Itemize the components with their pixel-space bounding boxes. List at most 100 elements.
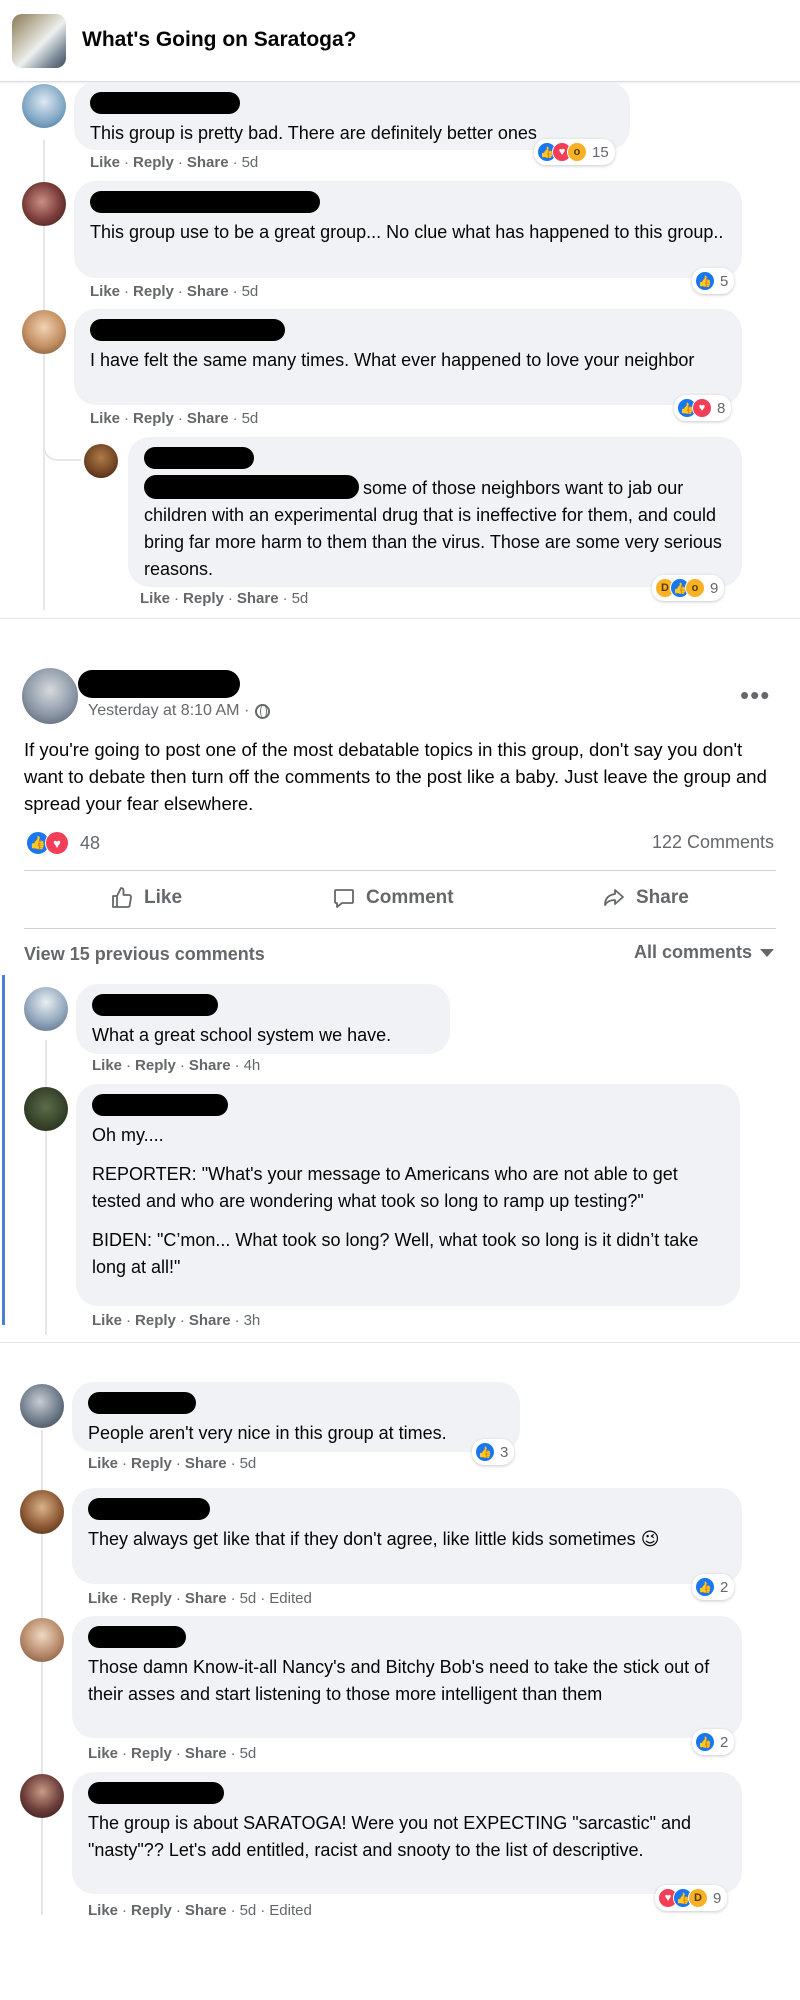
group-title[interactable]: What's Going on Saratoga? [82, 28, 357, 52]
reply-link[interactable]: Reply [131, 1455, 172, 1472]
reply-link[interactable]: Reply [131, 1590, 172, 1607]
comment-button[interactable]: Comment [332, 886, 454, 910]
comment-time[interactable]: 5d [242, 154, 259, 171]
reply-link[interactable]: Reply [183, 590, 224, 607]
reaction-summary[interactable]: 👍 3 [472, 1439, 515, 1465]
comment-bubble: People aren't very nice in this group at… [72, 1382, 520, 1452]
comment-time[interactable]: 5d [240, 1590, 257, 1607]
reaction-summary[interactable]: 👍 ♥ o 15 [534, 139, 615, 165]
share-link[interactable]: Share [185, 1902, 227, 1919]
wow-icon: o [685, 578, 705, 598]
avatar[interactable] [20, 1618, 64, 1662]
reply-link[interactable]: Reply [131, 1745, 172, 1762]
avatar[interactable] [24, 987, 68, 1031]
reply-link[interactable]: Reply [131, 1902, 172, 1919]
share-link[interactable]: Share [189, 1312, 231, 1329]
redacted-author-name[interactable] [90, 319, 285, 341]
like-link[interactable]: Like [140, 590, 170, 607]
reaction-summary[interactable]: 👍 5 [692, 268, 735, 294]
share-link[interactable]: Share [185, 1455, 227, 1472]
comment-time[interactable]: 5d [240, 1455, 257, 1472]
avatar[interactable] [22, 182, 66, 226]
comment-actions: Like · Reply · Share · 5d [90, 410, 259, 427]
comment-time[interactable]: 5d [242, 410, 259, 427]
comment-time[interactable]: 5d [242, 283, 259, 300]
reaction-count: 5 [720, 272, 729, 290]
comment-time[interactable]: 5d [240, 1745, 257, 1762]
share-link[interactable]: Share [185, 1590, 227, 1607]
view-previous-comments-link[interactable]: View 15 previous comments [24, 944, 265, 965]
reaction-summary[interactable]: ♥ 👍 D 9 [655, 1885, 728, 1911]
like-link[interactable]: Like [90, 154, 120, 171]
edited-label[interactable]: Edited [269, 1590, 312, 1607]
avatar[interactable] [22, 310, 66, 354]
share-link[interactable]: Share [187, 283, 229, 300]
reaction-summary[interactable]: D 👍 o 9 [652, 575, 725, 601]
redacted-author-name[interactable] [90, 191, 320, 213]
comment-actions: Like · Reply · Share · 5d · Edited [88, 1902, 312, 1919]
like-link[interactable]: Like [90, 410, 120, 427]
more-options-icon[interactable]: ••• [740, 680, 770, 711]
share-link[interactable]: Share [187, 410, 229, 427]
share-link[interactable]: Share [187, 154, 229, 171]
share-button[interactable]: Share [602, 886, 689, 910]
like-link[interactable]: Like [88, 1590, 118, 1607]
comment-bubble: Those damn Know-it-all Nancy's and Bitch… [72, 1616, 742, 1738]
avatar[interactable] [84, 444, 118, 478]
redacted-author-name[interactable] [88, 1498, 210, 1520]
avatar[interactable] [22, 84, 66, 128]
like-link[interactable]: Like [92, 1057, 122, 1074]
like-button[interactable]: Like [110, 886, 182, 910]
comment-bubble: What a great school system we have. [76, 984, 450, 1054]
redacted-mention[interactable] [144, 475, 359, 499]
reaction-count: 2 [720, 1733, 729, 1751]
share-link[interactable]: Share [185, 1745, 227, 1762]
post-comments-count[interactable]: 122 Comments [652, 832, 774, 853]
post-author-avatar[interactable] [22, 668, 78, 724]
share-link[interactable]: Share [237, 590, 279, 607]
post-reaction-summary[interactable]: 👍 ♥ 48 [26, 831, 100, 855]
avatar[interactable] [20, 1490, 64, 1534]
like-link[interactable]: Like [88, 1745, 118, 1762]
avatar[interactable] [24, 1087, 68, 1131]
comment-time[interactable]: 5d [292, 590, 309, 607]
section-divider [0, 1342, 800, 1374]
reaction-count: 15 [592, 143, 609, 161]
comment-time[interactable]: 5d [240, 1902, 257, 1919]
divider [24, 928, 776, 929]
avatar[interactable] [20, 1774, 64, 1818]
comment-actions: Like · Reply · Share · 5d · Edited [88, 1590, 312, 1607]
like-link[interactable]: Like [90, 283, 120, 300]
redacted-author-name[interactable] [88, 1392, 196, 1414]
like-link[interactable]: Like [92, 1312, 122, 1329]
reply-link[interactable]: Reply [133, 283, 174, 300]
comment-time[interactable]: 3h [244, 1312, 261, 1329]
share-link[interactable]: Share [189, 1057, 231, 1074]
reaction-count: 8 [717, 399, 726, 417]
redacted-author-name[interactable] [92, 1094, 228, 1116]
post-timestamp[interactable]: Yesterday at 8:10 AM · [88, 702, 249, 720]
like-link[interactable]: Like [88, 1902, 118, 1919]
reply-link[interactable]: Reply [133, 410, 174, 427]
comment-actions: Like · Reply · Share · 3h [92, 1312, 261, 1329]
comment-time[interactable]: 4h [244, 1057, 261, 1074]
redacted-author-name[interactable] [144, 447, 254, 469]
reply-link[interactable]: Reply [133, 154, 174, 171]
reaction-summary[interactable]: 👍 2 [692, 1729, 735, 1755]
redacted-author-name[interactable] [88, 1626, 186, 1648]
comment-filter-dropdown[interactable]: All comments [634, 942, 774, 963]
group-thumbnail[interactable] [12, 14, 66, 68]
reply-link[interactable]: Reply [135, 1057, 176, 1074]
reaction-summary[interactable]: 👍 2 [692, 1574, 735, 1600]
edited-label[interactable]: Edited [269, 1902, 312, 1919]
like-link[interactable]: Like [88, 1455, 118, 1472]
redacted-author-name[interactable] [92, 994, 218, 1016]
redacted-author-name[interactable] [88, 1782, 224, 1804]
reaction-summary[interactable]: 👍 ♥ 8 [674, 395, 732, 421]
redacted-author-name[interactable] [90, 92, 240, 114]
section-divider [0, 618, 800, 658]
love-icon: ♥ [692, 398, 712, 418]
redacted-post-author[interactable] [78, 670, 240, 698]
reply-link[interactable]: Reply [135, 1312, 176, 1329]
avatar[interactable] [20, 1384, 64, 1428]
